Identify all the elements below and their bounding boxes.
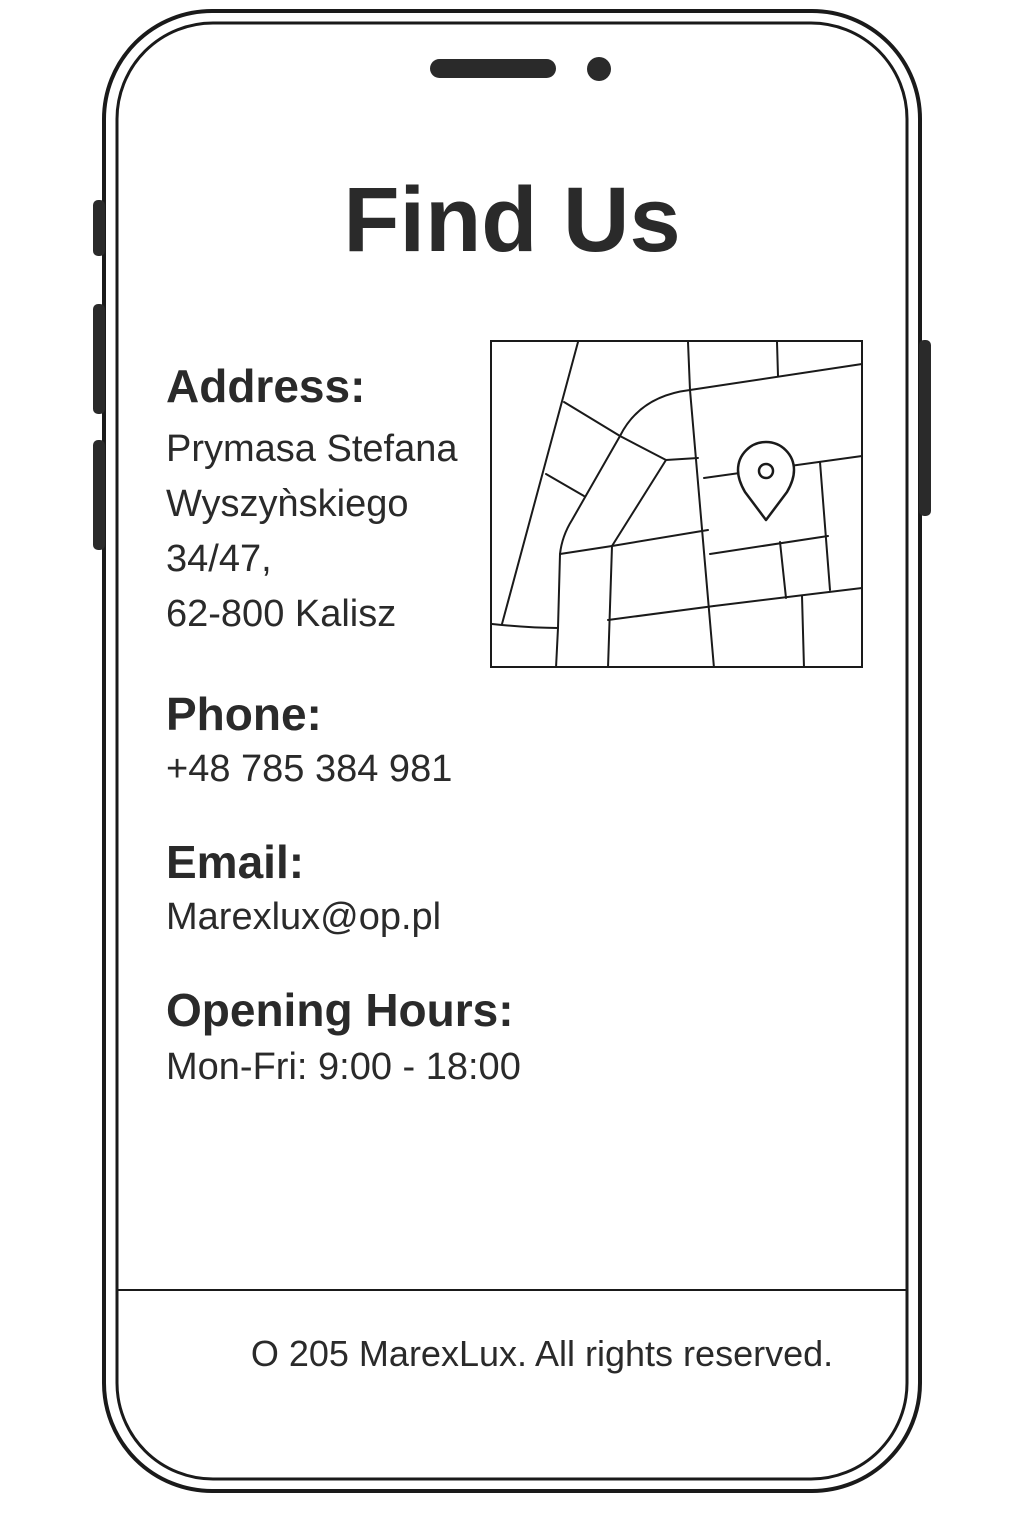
address-line: 62-800 Kalisz — [166, 593, 397, 635]
email-address[interactable]: Marexlux@op.pl — [166, 890, 441, 945]
address-line: 34/47, — [166, 538, 272, 580]
address-line: Wyszyǹskiego — [166, 483, 409, 525]
front-camera — [587, 57, 611, 81]
footer-copyright: O 205 MarexLux. All rights reserved. — [250, 1333, 834, 1374]
address-label: Address: — [166, 360, 366, 412]
volume-down-button — [93, 440, 105, 550]
opening-hours-value: Mon-Fri: 9:00 - 18:00 — [166, 1046, 521, 1088]
email-label: Email: — [166, 836, 305, 888]
address-value[interactable]: Prymasa Stefana Wyszyǹskiego 34/47, 62-8… — [166, 422, 457, 642]
opening-hours-label: Opening Hours: — [166, 984, 514, 1036]
phone-label: Phone: — [166, 688, 322, 740]
phone-number[interactable]: +48 785 384 981 — [166, 742, 452, 797]
page-title: Find Us — [343, 169, 681, 271]
location-map[interactable] — [490, 340, 863, 668]
phone-screen: Find Us Address: Prymasa Stefana Wyszyǹs… — [0, 0, 1024, 1536]
speaker-grille — [430, 59, 556, 78]
footer-divider — [118, 1289, 908, 1291]
power-button — [919, 340, 931, 516]
address-line: Prymasa Stefana — [166, 428, 458, 470]
volume-up-button — [93, 304, 105, 414]
